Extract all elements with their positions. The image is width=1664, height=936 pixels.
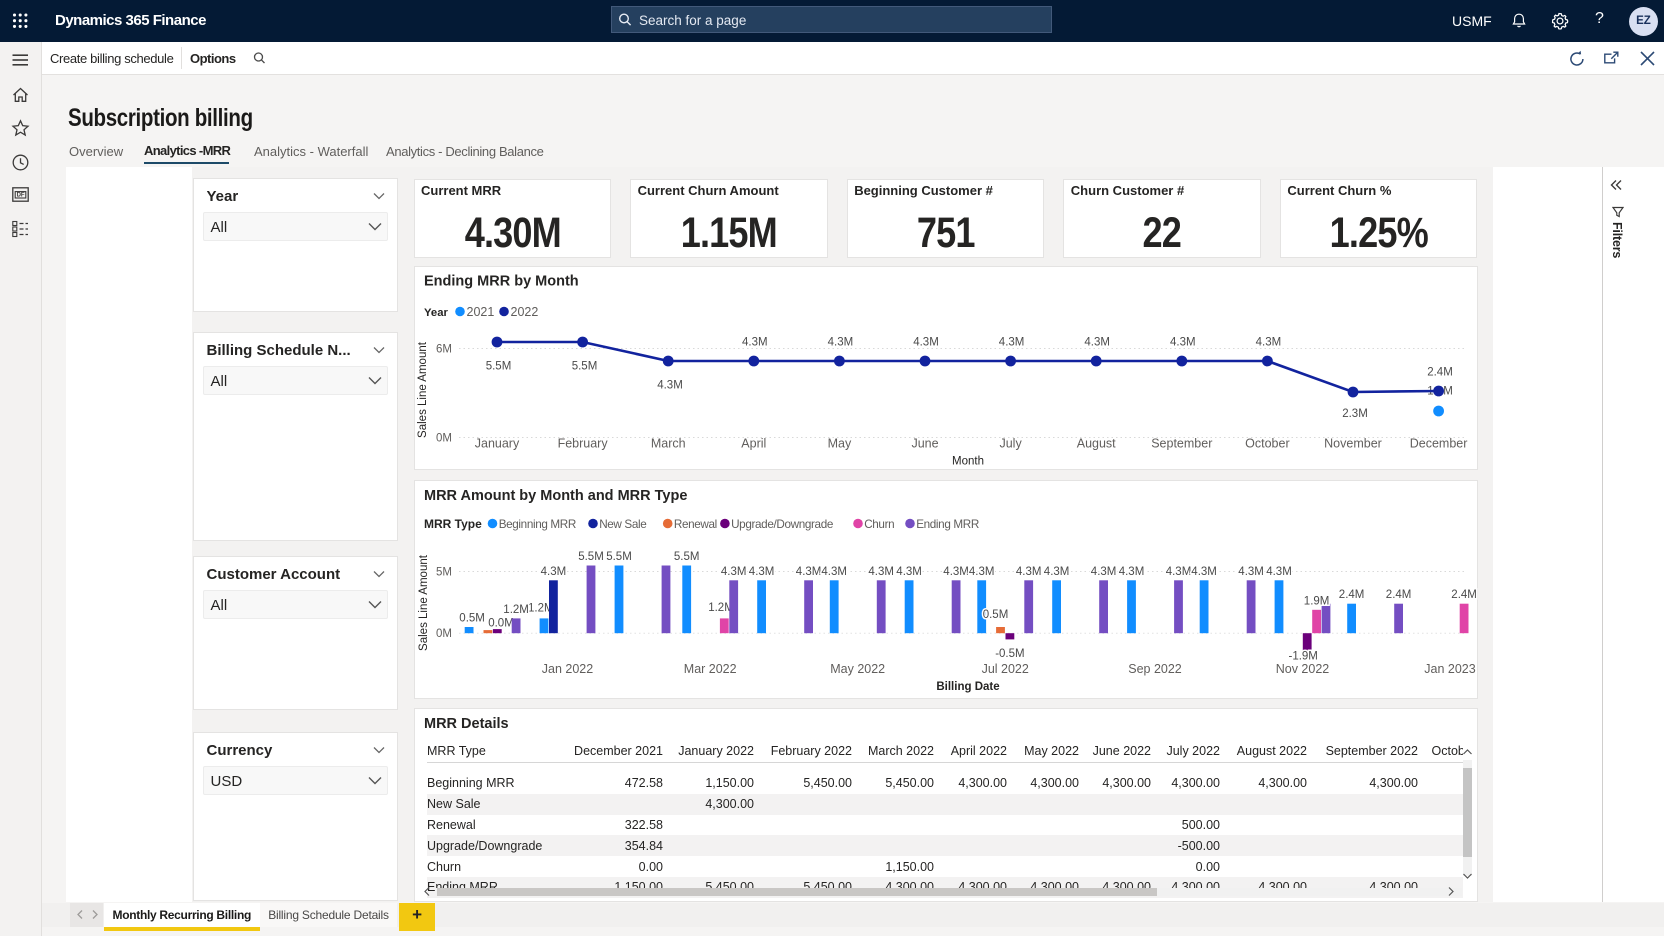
svg-text:4.3M: 4.3M xyxy=(749,566,775,578)
svg-text:Sales Line Amount: Sales Line Amount xyxy=(418,554,430,651)
svg-text:4.3M: 4.3M xyxy=(742,337,768,349)
svg-text:5.5M: 5.5M xyxy=(486,361,512,373)
svg-text:6M: 6M xyxy=(436,344,452,356)
svg-text:2.4M: 2.4M xyxy=(1427,367,1453,379)
svg-text:4.3M: 4.3M xyxy=(796,566,822,578)
svg-text:October: October xyxy=(1245,437,1289,451)
svg-text:MRR Amount by Month and MRR Ty: MRR Amount by Month and MRR Type xyxy=(424,488,687,504)
svg-text:5.5M: 5.5M xyxy=(578,551,604,563)
svg-text:4.3M: 4.3M xyxy=(1238,566,1264,578)
svg-text:Jan 2022: Jan 2022 xyxy=(542,662,593,676)
svg-text:4.3M: 4.3M xyxy=(1191,566,1217,578)
svg-text:4.3M: 4.3M xyxy=(1170,337,1196,349)
svg-text:4.3M: 4.3M xyxy=(1044,566,1070,578)
svg-text:4.3M: 4.3M xyxy=(721,566,747,578)
svg-text:4.3M: 4.3M xyxy=(657,379,683,391)
svg-text:Churn: Churn xyxy=(864,518,894,531)
svg-text:March: March xyxy=(651,437,686,451)
svg-text:4.3M: 4.3M xyxy=(913,337,939,349)
svg-text:February: February xyxy=(558,437,609,451)
svg-text:4.3M: 4.3M xyxy=(1091,566,1117,578)
svg-text:Jul 2022: Jul 2022 xyxy=(982,662,1029,676)
svg-text:5.5M: 5.5M xyxy=(606,551,632,563)
svg-text:2.4M: 2.4M xyxy=(1339,589,1365,601)
svg-text:1.2M: 1.2M xyxy=(503,604,529,616)
svg-text:4.3M: 4.3M xyxy=(1016,566,1042,578)
svg-text:4.3M: 4.3M xyxy=(1119,566,1145,578)
svg-text:4.3M: 4.3M xyxy=(999,337,1025,349)
svg-text:June: June xyxy=(911,437,938,451)
svg-text:September: September xyxy=(1151,437,1212,451)
svg-text:4.3M: 4.3M xyxy=(1266,566,1292,578)
svg-text:Sales Line Amount: Sales Line Amount xyxy=(417,341,429,438)
svg-text:4.3M: 4.3M xyxy=(896,566,922,578)
svg-text:4.3M: 4.3M xyxy=(821,566,847,578)
svg-text:2021: 2021 xyxy=(467,305,495,319)
svg-text:January: January xyxy=(475,437,520,451)
svg-text:0M: 0M xyxy=(436,628,452,640)
svg-text:Renewal: Renewal xyxy=(674,518,717,531)
svg-text:May 2022: May 2022 xyxy=(830,662,885,676)
svg-text:Billing Date: Billing Date xyxy=(936,681,999,693)
svg-text:April: April xyxy=(741,437,766,451)
svg-text:2.4M: 2.4M xyxy=(1451,589,1477,601)
svg-text:Mar 2022: Mar 2022 xyxy=(684,662,737,676)
svg-text:Nov 2022: Nov 2022 xyxy=(1276,662,1330,676)
svg-text:0.5M: 0.5M xyxy=(459,613,485,625)
svg-text:July: July xyxy=(999,437,1022,451)
svg-text:0M: 0M xyxy=(436,433,452,445)
svg-text:4.3M: 4.3M xyxy=(541,566,567,578)
svg-text:2.4M: 2.4M xyxy=(1386,589,1412,601)
svg-text:Month: Month xyxy=(952,456,984,468)
svg-text:2022: 2022 xyxy=(511,305,539,319)
svg-text:Jan 2023: Jan 2023 xyxy=(1424,662,1475,676)
svg-text:Beginning MRR: Beginning MRR xyxy=(499,518,576,531)
svg-text:4.3M: 4.3M xyxy=(969,566,995,578)
svg-text:4.3M: 4.3M xyxy=(1166,566,1192,578)
svg-text:MRR Type: MRR Type xyxy=(424,517,482,531)
svg-text:New Sale: New Sale xyxy=(599,518,646,531)
svg-text:Year: Year xyxy=(424,307,448,319)
svg-text:4.3M: 4.3M xyxy=(943,566,969,578)
svg-text:Sep 2022: Sep 2022 xyxy=(1128,662,1182,676)
svg-text:May: May xyxy=(828,437,852,451)
svg-text:-0.5M: -0.5M xyxy=(995,648,1024,660)
svg-text:August: August xyxy=(1077,437,1116,451)
svg-text:Ending MRR: Ending MRR xyxy=(916,518,979,531)
svg-text:Upgrade/Downgrade: Upgrade/Downgrade xyxy=(731,518,833,531)
svg-text:1.9M: 1.9M xyxy=(1304,595,1330,607)
svg-text:0.5M: 0.5M xyxy=(983,609,1009,621)
svg-text:December: December xyxy=(1410,437,1468,451)
svg-text:2.3M: 2.3M xyxy=(1342,408,1368,420)
svg-text:DF: DF xyxy=(17,193,25,199)
svg-text:0.0M: 0.0M xyxy=(488,618,514,630)
svg-text:November: November xyxy=(1324,437,1382,451)
svg-text:4.3M: 4.3M xyxy=(1256,337,1282,349)
svg-text:4.3M: 4.3M xyxy=(828,337,854,349)
svg-text:-1.9M: -1.9M xyxy=(1288,651,1317,663)
svg-text:Ending MRR by Month: Ending MRR by Month xyxy=(424,274,579,290)
svg-text:5.5M: 5.5M xyxy=(572,361,598,373)
svg-text:5.5M: 5.5M xyxy=(674,551,700,563)
svg-text:5M: 5M xyxy=(436,567,452,579)
svg-text:4.3M: 4.3M xyxy=(1084,337,1110,349)
svg-text:4.3M: 4.3M xyxy=(868,566,894,578)
